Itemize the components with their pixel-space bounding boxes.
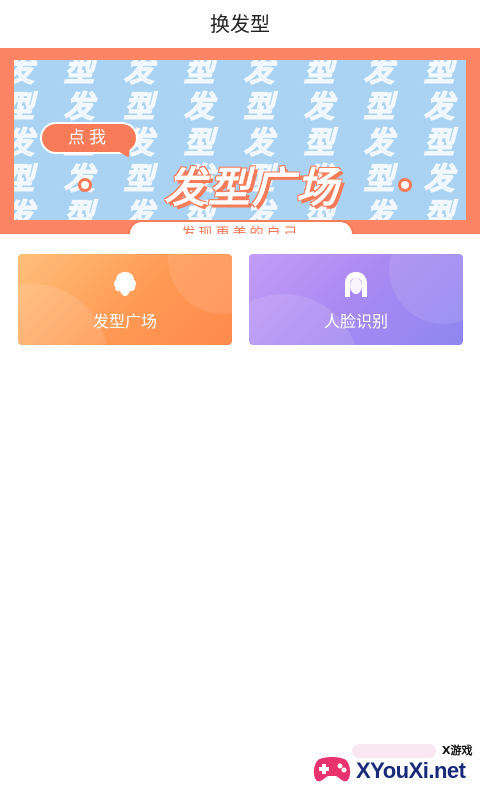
pattern-glyph: 发 [63, 89, 94, 125]
pattern-glyph: 型 [183, 60, 214, 90]
banner-dot-right [398, 178, 412, 192]
hairstyle-plaza-banner[interactable]: 发型发型发型发型型发型发型发型发发型发型发型发型型发型发型发型发发型发型发型发型… [0, 48, 480, 234]
pattern-glyph: 发 [14, 60, 64, 90]
pattern-glyph: 发 [14, 197, 64, 220]
pattern-glyph: 型 [303, 60, 334, 90]
watermark-shadow [352, 744, 436, 758]
pattern-glyph: 型 [363, 89, 394, 125]
pattern-glyph: 型 [423, 125, 454, 161]
banner-title: 发型广场 [163, 163, 340, 212]
watermark-small-text: X游戏 [442, 744, 473, 757]
banner-dot-left [78, 178, 92, 192]
pattern-glyph: 发 [363, 60, 394, 90]
card-decoration [168, 254, 232, 314]
pattern-glyph: 发 [243, 60, 274, 90]
gamepad-logo-icon [313, 757, 351, 782]
pattern-glyph: 发 [423, 161, 454, 197]
card-label: 人脸识别 [323, 312, 388, 331]
watermark-text: XYouXi.net [356, 758, 466, 783]
pattern-glyph: 发 [63, 161, 124, 198]
hairstyle-icon [113, 272, 137, 296]
pattern-glyph: 型 [423, 197, 454, 220]
pattern-glyph: 型 [14, 161, 64, 198]
banner-subtitle-pill[interactable]: 发现更美的自己 [128, 220, 354, 234]
pattern-glyph: 型 [63, 60, 94, 90]
pattern-glyph: 型 [423, 60, 454, 90]
pattern-glyph: 发 [123, 60, 154, 90]
nav-bar: 换发型 [0, 0, 480, 46]
pattern-glyph: 型 [243, 89, 274, 125]
face-icon [345, 272, 367, 297]
card-label: 发型广场 [92, 312, 157, 331]
page-title: 换发型 [210, 12, 270, 36]
pattern-glyph: 发 [303, 89, 334, 125]
pattern-glyph: 发 [183, 89, 214, 125]
hairstyle-plaza-card[interactable]: 发型广场 [18, 254, 232, 345]
pattern-glyph: 发 [423, 89, 454, 125]
face-recognition-card[interactable]: 人脸识别 [249, 254, 463, 345]
pattern-glyph: 型 [123, 89, 154, 125]
site-watermark: X游戏 XYouXi.net [306, 740, 480, 800]
pattern-glyph: 型 [63, 197, 94, 220]
pattern-glyph: 型 [14, 89, 64, 126]
